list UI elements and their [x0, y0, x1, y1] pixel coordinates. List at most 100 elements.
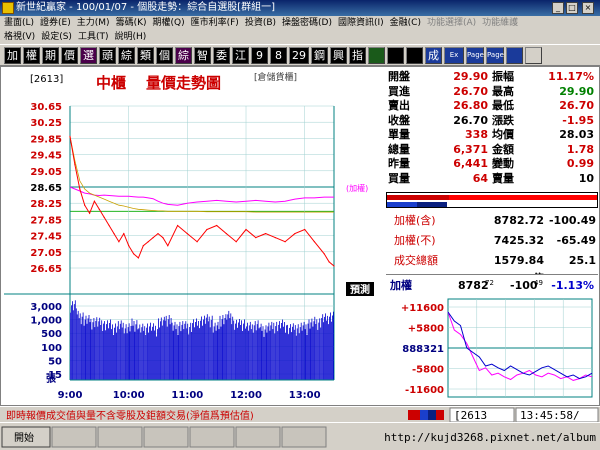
volume-bar [224, 318, 226, 380]
menu-item-row1-11[interactable]: 功能維護 [482, 18, 518, 28]
quote-row: 買量 64 賣量 10 [386, 172, 598, 185]
toolbar-button-2[interactable]: 期 [42, 47, 59, 64]
volume-bar [248, 330, 249, 380]
volume-bar [292, 323, 294, 380]
maximize-button[interactable]: □ [566, 2, 578, 14]
price-point [152, 237, 154, 239]
price-point [313, 241, 315, 243]
toolbar-button-25[interactable]: Page [486, 47, 504, 64]
price-point [147, 241, 149, 243]
menu-item-row2-0[interactable]: 格視(V) [4, 32, 35, 42]
time-tick-label: 11:00 [171, 390, 203, 401]
volume-bar [333, 311, 334, 380]
menu-item-row1-7[interactable]: 操盤密碼(D) [282, 18, 332, 28]
industry-tag: [倉儲貨櫃] [254, 71, 297, 83]
quote-label: 昨量 [388, 157, 410, 170]
price-point [323, 253, 325, 255]
menu-item-row2-2[interactable]: 工具(T) [78, 32, 109, 42]
volume-bar [124, 328, 126, 380]
volume-bar [248, 325, 250, 380]
menu-item-row1-4[interactable]: 期權(Q) [153, 18, 185, 28]
volume-bar [205, 317, 207, 380]
toolbar-button-14[interactable]: 8 [270, 47, 287, 64]
toolbar-button-7[interactable]: 類 [137, 47, 154, 64]
price-point [89, 212, 91, 214]
toolbar-button-10[interactable]: 智 [194, 47, 211, 64]
toolbar-button-1[interactable]: 權 [23, 47, 40, 64]
toolbar-button-13[interactable]: 9 [251, 47, 268, 64]
volume-tick-label: 100 [41, 343, 62, 354]
menu-item-row1-5[interactable]: 匯市利率(F) [191, 18, 239, 28]
toolbar-button-16[interactable]: 鋼 [311, 47, 328, 64]
toolbar-button-8[interactable]: 個 [156, 47, 173, 64]
menu-item-row2-3[interactable]: 說明(H) [114, 32, 146, 42]
menu-item-row1-2[interactable]: 主力(M) [77, 18, 110, 28]
volume-bar [252, 332, 254, 380]
quote-value: 338 [465, 128, 488, 141]
price-point [177, 224, 179, 227]
menu-item-row1-9[interactable]: 金融(C) [390, 18, 421, 28]
volume-bar [257, 320, 259, 380]
volume-bar [262, 326, 264, 380]
volume-bar [303, 321, 305, 380]
toolbar-button-22[interactable]: 成 [425, 47, 442, 64]
toolbar-button-24[interactable]: Page [466, 47, 484, 64]
volume-bar [171, 322, 173, 380]
menu-item-row1-3[interactable]: 籌碼(K) [116, 18, 147, 28]
volume-bar [85, 315, 87, 380]
toolbar-button-3[interactable]: 價 [61, 47, 78, 64]
volume-bar [319, 318, 321, 380]
volume-bar [88, 315, 90, 380]
volume-bar [71, 305, 72, 380]
volume-bar [282, 319, 283, 380]
toolbar-button-12[interactable]: 江 [232, 47, 249, 64]
volume-bar [86, 323, 88, 380]
toolbar-button-15[interactable]: 29 [289, 47, 309, 64]
mini-tick-label: +5800 [408, 324, 444, 335]
price-point [113, 233, 115, 235]
menu-row-primary: 畫面(L) 證券(E) 主力(M) 籌碼(K) 期權(Q) 匯市利率(F) 投資(B) 操盤密… [4, 16, 524, 30]
volume-bar [130, 326, 132, 380]
toolbar-button-26[interactable] [506, 47, 523, 64]
toolbar-button-6[interactable]: 綜 [118, 47, 135, 64]
volume-bar [114, 327, 115, 380]
price-point [196, 241, 198, 243]
volume-bar [178, 326, 180, 380]
volume-bar [203, 319, 204, 380]
toolbar-button-4[interactable]: 選 [80, 47, 97, 64]
menu-item-row1-1[interactable]: 證券(E) [40, 18, 71, 28]
menu-item-row1-8[interactable]: 國際資訊(I) [338, 18, 384, 28]
volume-bar [175, 329, 177, 380]
price-point [142, 245, 144, 247]
toolbar-button-18[interactable]: 指 [349, 47, 366, 64]
menu-item-row2-1[interactable]: 設定(S) [41, 32, 72, 42]
volume-bar [72, 310, 74, 380]
menu-item-row1-10[interactable]: 功能選擇(A) [427, 18, 476, 28]
minimize-button[interactable]: _ [552, 2, 564, 14]
volume-bar [96, 317, 98, 380]
quote-label: 買量 [388, 171, 410, 185]
toolbar-button-23[interactable]: Ex [444, 47, 464, 64]
toolbar-button-0[interactable]: 加 [4, 47, 21, 64]
toolbar-button-21[interactable] [406, 47, 423, 64]
toolbar-button-5[interactable]: 頭 [99, 47, 116, 64]
toolbar-button-20[interactable] [387, 47, 404, 64]
toolbar-button-17[interactable]: 興 [330, 47, 347, 64]
volume-bar [293, 329, 295, 380]
volume-bar [89, 322, 91, 380]
volume-bar [322, 314, 324, 380]
volume-bar [151, 330, 152, 380]
menu-item-row1-6[interactable]: 投資(B) [245, 18, 276, 28]
volume-bar [140, 332, 142, 380]
volume-bar [144, 326, 146, 380]
volume-bar [179, 321, 181, 380]
close-button[interactable]: × [582, 2, 594, 14]
toolbar-button-27[interactable] [525, 47, 542, 64]
volume-bar [313, 321, 315, 380]
toolbar-button-9[interactable]: 綜 [175, 47, 192, 64]
volume-bar [186, 328, 188, 380]
price-point [265, 233, 267, 235]
toolbar-button-19[interactable] [368, 47, 385, 64]
toolbar-button-11[interactable]: 委 [213, 47, 230, 64]
menu-item-row1-0[interactable]: 畫面(L) [4, 18, 34, 28]
